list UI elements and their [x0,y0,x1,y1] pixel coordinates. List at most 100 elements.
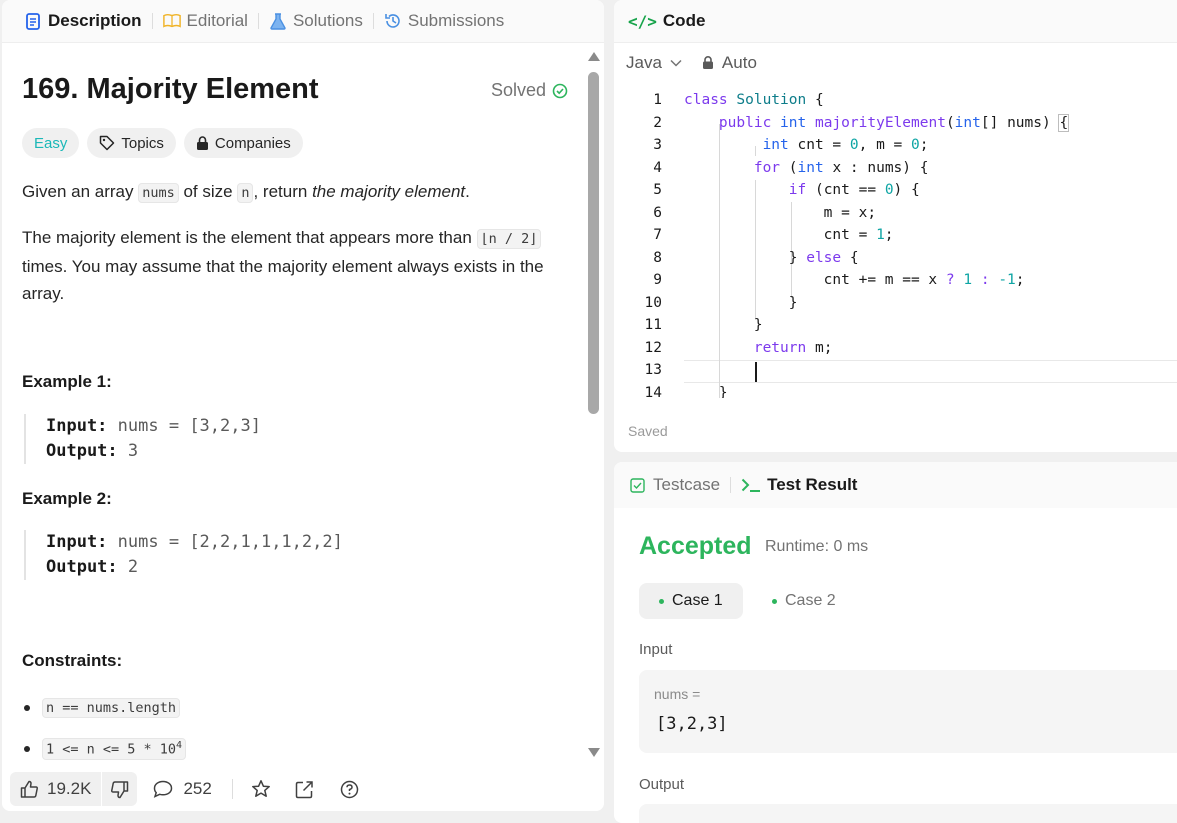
desc-text: . [465,182,470,201]
dislike-button[interactable] [101,772,137,806]
code-line: } [684,295,798,311]
example-2-block: Input: nums = [2,2,1,1,1,2,2] Output: 2 [24,530,343,580]
code-token: int [797,160,824,176]
tab-solutions[interactable]: Solutions [263,0,369,43]
lock-icon [702,56,714,70]
autocomplete-mode[interactable]: Auto [722,53,757,73]
scroll-thumb[interactable] [588,72,599,414]
example-2-title: Example 2: [22,489,112,508]
topics-label: Topics [121,134,164,152]
code-token: Solution [736,92,807,108]
tab-divider [730,477,732,493]
check-circle-icon [552,83,568,99]
code-token: return [753,340,807,356]
tab-testcase-label: Testcase [653,475,721,494]
code-token: 0 [911,137,920,153]
code-panel-title: Code [662,11,706,30]
scroll-down-arrow[interactable] [588,748,600,757]
code-line: } [684,317,763,333]
runtime-text: Runtime: 0 ms [765,538,869,555]
desc-text: times. You may assume that the majority … [22,257,544,303]
line-number: 3 [653,137,662,153]
input-section-label: Input [639,641,673,658]
description-scrollbar[interactable] [588,52,600,757]
input-box: nums = [3,2,3] [639,670,1177,753]
favorite-button[interactable] [251,779,271,799]
code-line: } else { [684,250,859,266]
constraint-text: 1 <= n <= 5 * 10 [46,741,177,758]
code-line: } [684,385,728,398]
case-2-tab[interactable]: Case 2 [752,583,856,619]
code-token: if [788,182,807,198]
line-number: 14 [644,385,662,398]
code-token: ? [945,272,955,288]
companies-chip[interactable]: Companies [183,128,303,158]
history-icon [384,12,402,30]
language-label: Java [626,53,662,72]
scroll-up-arrow[interactable] [588,52,600,61]
vote-group: 19.2K [10,772,138,806]
question-circle-icon [340,780,359,799]
code-icon: </> [628,11,657,31]
line-number: 2 [653,115,662,131]
comments-button[interactable]: 252 [153,779,212,799]
example-1-title: Example 1: [22,372,112,391]
external-link-icon [295,780,314,799]
tab-submissions-label: Submissions [407,11,505,30]
output-section-label: Output [639,776,685,793]
code-line: public int majorityElement(int[] nums) { [718,114,1070,132]
thumbs-up-icon [20,780,39,799]
current-line-highlight [684,360,1177,383]
tab-testcase[interactable]: Testcase [630,475,720,495]
code-toolbar: Java Auto [614,43,1177,83]
desc-text: The majority element is the element that… [22,228,477,247]
bracket-match: { [1058,114,1070,132]
flask-icon [269,12,287,30]
desc-emphasis: the majority element [312,182,466,201]
code-token: int [780,115,807,131]
language-select[interactable]: Java [626,53,682,73]
case-2-label: Case 2 [785,592,836,609]
tab-submissions[interactable]: Submissions [378,0,510,43]
code-editor[interactable]: 1 2 3 4 5 6 7 8 9 10 11 12 13 14 class S… [614,90,1177,398]
code-line: return m; [753,340,833,356]
tab-description[interactable]: Description [18,0,148,43]
terminal-icon [741,477,761,493]
problem-tabbar: Description Editorial Solutions Submissi… [2,0,604,43]
code-line: cnt += m == x ? 1 : -1; [684,272,1025,288]
topics-chip[interactable]: Topics [87,128,176,158]
book-icon [162,12,181,30]
output-label: Output: [46,557,118,577]
comment-count: 252 [183,779,212,798]
like-count: 19.2K [47,779,92,798]
description-paragraph-1: Given an array nums of size n, return th… [22,178,567,207]
star-icon [251,779,271,799]
case-1-tab[interactable]: Case 1 [639,583,743,619]
help-button[interactable] [340,780,359,799]
like-button[interactable]: 19.2K [10,772,101,806]
code-line: m = x; [684,205,877,221]
constraint-exponent: 4 [176,740,183,751]
tab-test-result[interactable]: Test Result [741,475,857,495]
tab-divider [257,13,259,29]
input-label: Input: [46,416,108,436]
code-panel-header: </> Code [614,0,1177,43]
tab-test-result-label: Test Result [767,475,858,494]
solved-status: Solved [491,80,568,101]
pass-dot [772,598,777,604]
bullet-dot [24,745,30,752]
problem-footer: 19.2K 252 [2,767,604,811]
code-token: int [954,115,981,131]
tab-editorial[interactable]: Editorial [157,0,254,43]
line-number: 12 [644,340,662,356]
result-panel: Testcase Test Result Accepted Runtime: 0… [614,462,1177,823]
code-token: for [753,160,781,176]
constraint-code: 1 <= n <= 5 * 104 [42,738,187,760]
inline-code: n [237,183,254,203]
input-value: [3,2,3] [656,714,728,734]
tab-divider [372,13,374,29]
solved-label: Solved [491,80,547,100]
share-button[interactable] [295,780,314,799]
constraint-item: n == nums.length [24,698,181,718]
desc-text: of size [178,182,238,201]
